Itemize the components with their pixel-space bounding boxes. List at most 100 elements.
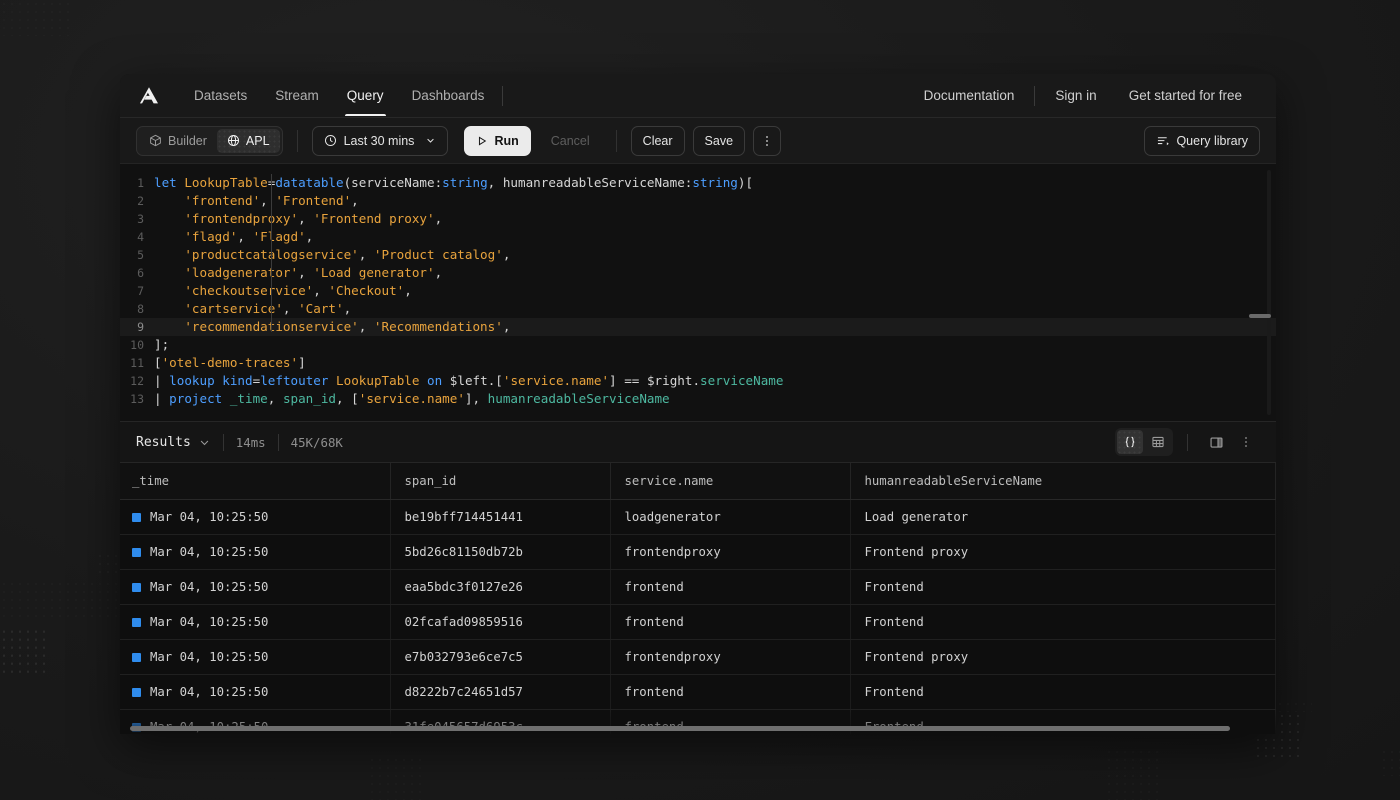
more-options-button[interactable] — [753, 126, 781, 156]
cell-human-name: Frontend — [850, 675, 1276, 710]
play-icon — [476, 135, 488, 147]
code-line-4[interactable]: 4 'flagd', 'Flagd', — [120, 228, 1276, 246]
query-library-label: Query library — [1176, 134, 1248, 148]
code-line-13[interactable]: 13| project _time, span_id, ['service.na… — [120, 390, 1276, 408]
json-view-button[interactable] — [1117, 430, 1143, 454]
cell-time-text: Mar 04, 10:25:50 — [150, 615, 268, 629]
results-label-text: Results — [136, 435, 191, 450]
globe-icon — [227, 134, 240, 147]
query-duration: 14ms — [236, 435, 266, 450]
cell-service-name: frontend — [610, 675, 850, 710]
mode-apl-button[interactable]: APL — [217, 129, 280, 153]
toolbar-divider-2 — [616, 130, 617, 152]
results-collapse-toggle[interactable]: Results — [136, 435, 211, 450]
cancel-label: Cancel — [551, 134, 590, 148]
code-text-7: 'checkoutservice', 'Checkout', — [154, 282, 412, 300]
editor-scrollbar-thumb[interactable] — [1249, 314, 1271, 318]
row-marker-icon — [132, 653, 141, 662]
column-header-time[interactable]: _time — [120, 463, 390, 500]
code-line-9[interactable]: 9 'recommendationservice', 'Recommendati… — [120, 318, 1276, 336]
cell-span-id: e7b032793e6ce7c5 — [390, 640, 610, 675]
table-row[interactable]: Mar 04, 10:25:505bd26c81150db72bfrontend… — [120, 535, 1276, 570]
results-table-head: _time span_id service.name humanreadable… — [120, 463, 1276, 500]
results-divider-3 — [1187, 434, 1188, 451]
table-view-button[interactable] — [1145, 430, 1171, 454]
cell-service-name: frontendproxy — [610, 535, 850, 570]
editor-scrollbar-track[interactable] — [1267, 170, 1271, 415]
line-number-12: 12 — [120, 372, 154, 390]
cell-span-id: 5bd26c81150db72b — [390, 535, 610, 570]
results-table-container[interactable]: _time span_id service.name humanreadable… — [120, 463, 1276, 734]
code-text-5: 'productcatalogservice', 'Product catalo… — [154, 246, 510, 264]
code-line-5[interactable]: 5 'productcatalogservice', 'Product cata… — [120, 246, 1276, 264]
nav-item-stream[interactable]: Stream — [261, 75, 333, 116]
clock-icon — [324, 134, 337, 147]
table-row[interactable]: Mar 04, 10:25:50eaa5bdc3f0127e26frontend… — [120, 570, 1276, 605]
clear-query-button[interactable]: Clear — [631, 126, 685, 156]
table-row[interactable]: Mar 04, 10:25:50e7b032793e6ce7c5frontend… — [120, 640, 1276, 675]
code-line-3[interactable]: 3 'frontendproxy', 'Frontend proxy', — [120, 210, 1276, 228]
cell-time: Mar 04, 10:25:50 — [120, 640, 390, 675]
code-line-11[interactable]: 11['otel-demo-traces'] — [120, 354, 1276, 372]
code-line-10[interactable]: 10]; — [120, 336, 1276, 354]
code-text-13: | project _time, span_id, ['service.name… — [154, 390, 670, 408]
cell-time: Mar 04, 10:25:50 — [120, 605, 390, 640]
table-row[interactable]: Mar 04, 10:25:50d8222b7c24651d57frontend… — [120, 675, 1276, 710]
results-more-button[interactable] — [1232, 429, 1260, 455]
indent-guide — [271, 174, 272, 332]
line-number-1: 1 — [120, 174, 154, 192]
results-view-controls — [1115, 428, 1260, 456]
apl-code-editor[interactable]: 1let LookupTable=datatable(serviceName:s… — [120, 164, 1276, 422]
row-marker-icon — [132, 513, 141, 522]
results-table-body: Mar 04, 10:25:50be19bff714451441loadgene… — [120, 500, 1276, 735]
code-text-3: 'frontendproxy', 'Frontend proxy', — [154, 210, 442, 228]
table-row[interactable]: Mar 04, 10:25:5002fcafad09859516frontend… — [120, 605, 1276, 640]
line-number-11: 11 — [120, 354, 154, 372]
row-marker-icon — [132, 688, 141, 697]
clear-label: Clear — [643, 134, 673, 148]
time-range-picker[interactable]: Last 30 mins — [312, 126, 449, 156]
cell-human-name: Frontend — [850, 570, 1276, 605]
query-toolbar: Builder APL Last 30 mins — [120, 118, 1276, 164]
code-line-8[interactable]: 8 'cartservice', 'Cart', — [120, 300, 1276, 318]
nav-divider — [502, 86, 503, 106]
nav-item-datasets[interactable]: Datasets — [180, 75, 261, 116]
query-library-button[interactable]: Query library — [1144, 126, 1260, 156]
nav-item-query[interactable]: Query — [333, 75, 398, 116]
nav-item-dashboards[interactable]: Dashboards — [398, 75, 499, 116]
axiom-logo-icon[interactable] — [136, 83, 162, 109]
line-number-6: 6 — [120, 264, 154, 282]
cell-service-name: frontendproxy — [610, 640, 850, 675]
code-line-2[interactable]: 2 'frontend', 'Frontend', — [120, 192, 1276, 210]
mode-builder-button[interactable]: Builder — [139, 129, 217, 153]
mode-apl-label: APL — [246, 134, 270, 148]
cell-time: Mar 04, 10:25:50 — [120, 675, 390, 710]
primary-nav-links: Datasets Stream Query Dashboards — [180, 75, 498, 116]
column-header-service[interactable]: service.name — [610, 463, 850, 500]
nav-item-sign-in[interactable]: Sign in — [1039, 80, 1112, 111]
table-row[interactable]: Mar 04, 10:25:50be19bff714451441loadgene… — [120, 500, 1276, 535]
code-line-12[interactable]: 12| lookup kind=leftouter LookupTable on… — [120, 372, 1276, 390]
code-line-7[interactable]: 7 'checkoutservice', 'Checkout', — [120, 282, 1276, 300]
code-text-10: ]; — [154, 336, 169, 354]
code-lines-container: 1let LookupTable=datatable(serviceName:s… — [120, 174, 1276, 408]
kebab-menu-icon — [760, 134, 774, 148]
line-number-4: 4 — [120, 228, 154, 246]
line-number-13: 13 — [120, 390, 154, 408]
code-line-1[interactable]: 1let LookupTable=datatable(serviceName:s… — [120, 174, 1276, 192]
code-line-6[interactable]: 6 'loadgenerator', 'Load generator', — [120, 264, 1276, 282]
nav-item-documentation[interactable]: Documentation — [908, 80, 1031, 111]
save-query-button[interactable]: Save — [693, 126, 746, 156]
column-header-span-id[interactable]: span_id — [390, 463, 610, 500]
cell-service-name: loadgenerator — [610, 500, 850, 535]
column-header-human[interactable]: humanreadableServiceName — [850, 463, 1276, 500]
nav-item-get-started[interactable]: Get started for free — [1113, 80, 1258, 111]
table-hscrollbar-thumb[interactable] — [130, 726, 1230, 731]
top-navigation-bar: Datasets Stream Query Dashboards Documen… — [120, 74, 1276, 118]
run-query-button[interactable]: Run — [464, 126, 530, 156]
split-panel-button[interactable] — [1202, 429, 1230, 455]
toolbar-right-group: Query library — [1144, 126, 1260, 156]
cancel-query-button: Cancel — [539, 126, 602, 156]
code-text-9: 'recommendationservice', 'Recommendation… — [154, 318, 510, 336]
chevron-down-icon — [198, 436, 211, 449]
